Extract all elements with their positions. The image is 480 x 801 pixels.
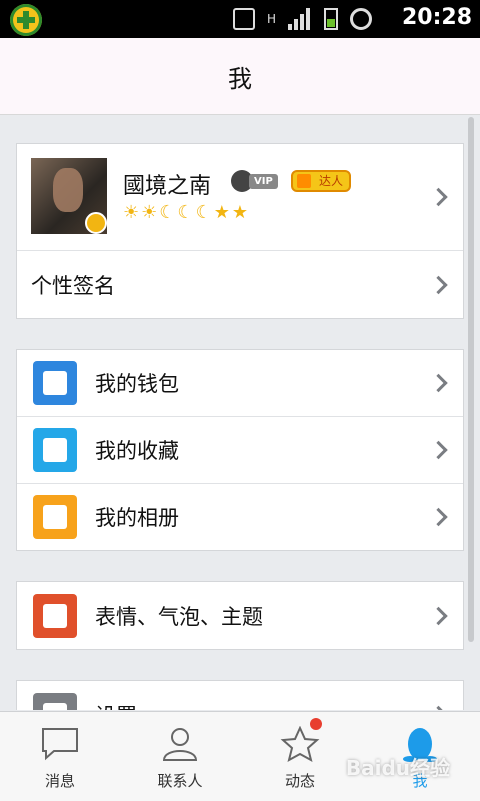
chevron-right-icon xyxy=(429,373,448,393)
chevron-right-icon xyxy=(429,275,448,294)
content-area[interactable]: 國境之南 VIP 达人 ☀ ☀ ☾ ☾ ☾ ★ ★ 个性签名 我的钱包 我的收藏… xyxy=(0,115,480,710)
signature-row[interactable]: 个性签名 xyxy=(17,251,463,318)
contacts-icon xyxy=(162,728,198,761)
signature-label: 个性签名 xyxy=(31,273,115,298)
status-icons: H xyxy=(232,8,372,30)
menu-item-label: 设置 xyxy=(95,700,137,711)
tab-label: 动态 xyxy=(284,772,315,790)
battery-icon xyxy=(324,8,338,30)
profile-group: 國境之南 VIP 达人 ☀ ☀ ☾ ☾ ☾ ★ ★ 个性签名 xyxy=(16,143,464,319)
profile-row[interactable]: 國境之南 VIP 达人 ☀ ☀ ☾ ☾ ☾ ★ ★ xyxy=(17,144,463,251)
menu-item-label: 我的相册 xyxy=(95,506,179,530)
settings-icon xyxy=(33,692,77,710)
menu-item-wallet[interactable]: 我的钱包 xyxy=(17,350,463,417)
vip-badge[interactable]: VIP xyxy=(231,170,278,192)
tab-contacts[interactable]: 联系人 xyxy=(120,712,240,801)
avatar[interactable] xyxy=(31,158,107,234)
menu-item-album[interactable]: 我的相册 xyxy=(17,484,463,550)
signal-icon xyxy=(288,8,312,30)
menu-group-2: 表情、气泡、主题 xyxy=(16,581,464,650)
menu-item-settings[interactable]: 设置 xyxy=(17,681,463,710)
level-icons[interactable]: ☀ ☀ ☾ ☾ ☾ ★ ★ xyxy=(123,202,248,224)
moon-icon: ☾ xyxy=(177,202,194,223)
theme-icon xyxy=(33,593,77,638)
menu-group-3: 设置 xyxy=(16,680,464,710)
chevron-right-icon xyxy=(429,187,448,207)
menu-item-label: 我的钱包 xyxy=(95,372,179,396)
menu-item-label: 我的收藏 xyxy=(95,439,179,463)
page-header: 我 xyxy=(0,38,480,115)
menu-item-label: 表情、气泡、主题 xyxy=(95,604,263,629)
tab-moments[interactable]: 动态 xyxy=(240,712,360,801)
chevron-right-icon xyxy=(429,440,448,460)
scrollbar[interactable] xyxy=(468,117,474,642)
tab-label: 消息 xyxy=(44,772,75,790)
moon-icon: ☾ xyxy=(195,202,212,223)
star-icon xyxy=(280,726,320,762)
star-icon: ★ xyxy=(231,202,248,223)
daren-badge[interactable]: 达人 xyxy=(291,170,352,192)
watermark: Baidu经验 xyxy=(345,756,450,780)
avatar-badge-icon xyxy=(85,212,107,234)
chevron-right-icon xyxy=(429,507,448,527)
favorites-icon xyxy=(33,428,77,472)
wallet-icon xyxy=(33,361,77,405)
vibrate-icon xyxy=(232,8,255,30)
status-bar: H 20:28 xyxy=(0,0,480,38)
tab-label: 联系人 xyxy=(157,772,203,790)
menu-item-favorites[interactable]: 我的收藏 xyxy=(17,417,463,484)
vip-label: VIP xyxy=(249,173,278,189)
nickname: 國境之南 xyxy=(123,174,212,199)
moon-icon: ☾ xyxy=(159,202,176,223)
app-icon xyxy=(10,4,42,36)
star-icon: ★ xyxy=(213,202,230,223)
sun-icon: ☀ xyxy=(123,202,140,223)
notification-dot xyxy=(310,718,322,730)
status-time: 20:28 xyxy=(401,5,472,30)
tab-messages[interactable]: 消息 xyxy=(0,712,120,801)
menu-item-theme[interactable]: 表情、气泡、主题 xyxy=(17,582,463,649)
chevron-right-icon xyxy=(429,705,448,710)
alarm-icon xyxy=(350,8,372,30)
album-icon xyxy=(33,495,77,539)
chevron-right-icon xyxy=(429,606,448,625)
network-type: H xyxy=(266,12,276,26)
menu-group-1: 我的钱包 我的收藏 我的相册 xyxy=(16,349,464,551)
sun-icon: ☀ xyxy=(141,202,158,223)
page-title: 我 xyxy=(228,64,252,93)
message-icon xyxy=(42,728,78,761)
